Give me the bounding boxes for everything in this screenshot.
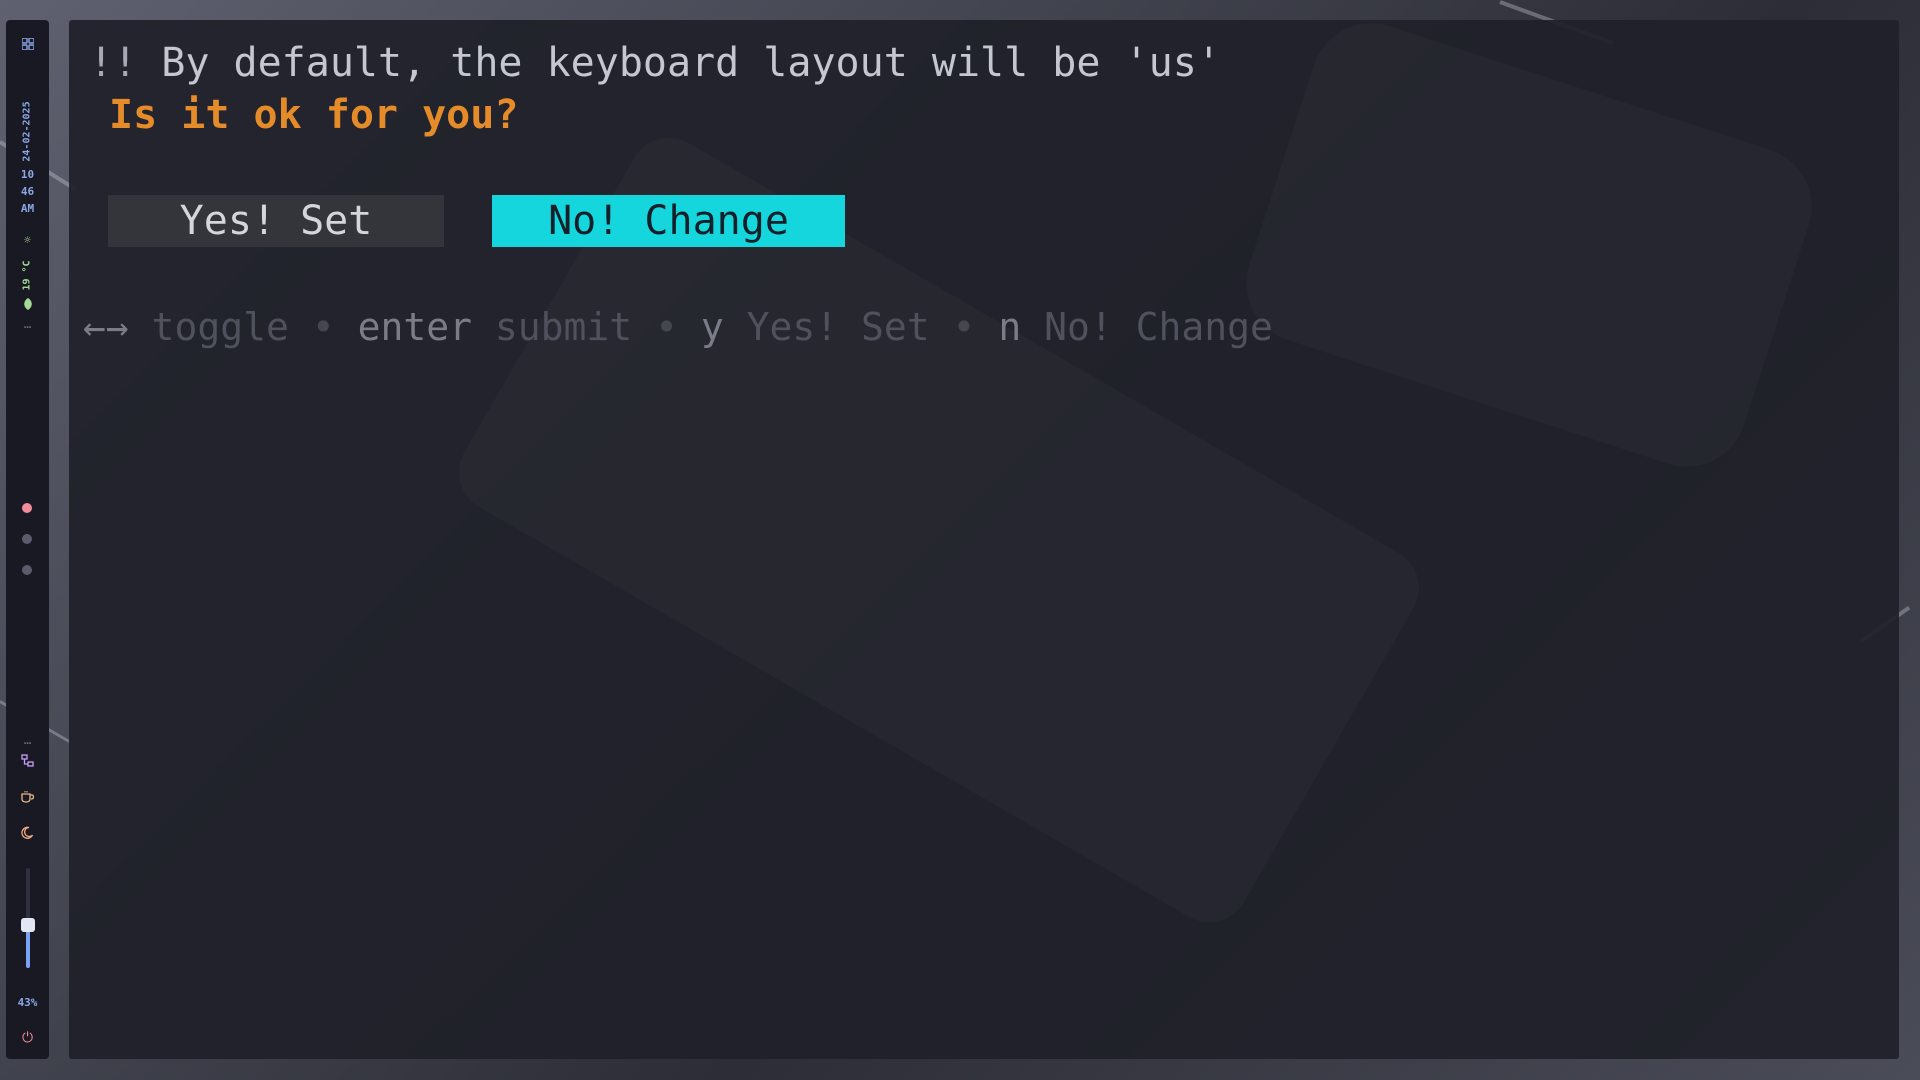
no-desc: No! Change [1044, 305, 1273, 349]
help-separator: • [655, 305, 678, 349]
warning-message: !! By default, the keyboard layout will … [89, 40, 1221, 86]
workspace-indicator[interactable] [22, 565, 32, 575]
volume-slider[interactable] [21, 868, 35, 968]
help-separator: • [952, 305, 976, 349]
clock-minute: 46 [20, 185, 35, 198]
clock-hour: 10 [20, 168, 35, 181]
yes-set-button[interactable]: Yes! Set [108, 195, 444, 247]
confirm-question: Is it ok for you? [109, 92, 519, 138]
no-change-button[interactable]: No! Change [492, 195, 845, 247]
yes-desc: Yes! Set [746, 305, 930, 349]
leaf-icon [6, 298, 49, 310]
workspace-indicator[interactable] [22, 534, 32, 544]
coffee-icon[interactable] [6, 790, 49, 803]
date-text: 24-02-2025 [22, 100, 33, 162]
submit-desc: submit [494, 305, 633, 349]
terminal-window[interactable]: !! By default, the keyboard layout will … [69, 20, 1899, 1059]
more-dots-icon: ⋯ [23, 320, 32, 334]
warning-prefix: !! [89, 40, 138, 86]
workspace-indicator[interactable] [22, 503, 32, 513]
network-icon[interactable] [6, 754, 49, 767]
toggle-desc: toggle [151, 305, 289, 349]
wallpaper-shape [1231, 20, 1828, 482]
keybinding-help: ←→ toggle • enter submit • y Yes! Set • … [83, 305, 1273, 349]
temperature-display: 19 °C [6, 250, 49, 300]
side-bar: 24-02-2025 10 46 AM ☼ 19 °C ⋯ ⋯ 43% ⏻ [6, 20, 49, 1059]
app-launcher-icon[interactable] [6, 38, 49, 50]
volume-label: 43% [17, 996, 38, 1009]
more-dots-icon: ⋯ [23, 736, 32, 750]
help-separator: • [311, 305, 335, 349]
power-icon[interactable]: ⏻ [6, 1030, 49, 1046]
warning-text: By default, the keyboard layout will be … [137, 40, 1221, 86]
submit-key: enter [357, 305, 472, 349]
sun-icon: ☼ [23, 233, 32, 247]
no-key: n [998, 305, 1022, 349]
volume-slider-handle[interactable] [21, 918, 35, 932]
clock: 10 46 AM [6, 166, 49, 217]
clock-period: AM [20, 202, 35, 215]
temperature-text: 19 °C [21, 259, 33, 291]
toggle-key: ←→ [83, 305, 129, 349]
yes-key: y [700, 305, 724, 349]
night-light-icon[interactable] [6, 826, 49, 839]
